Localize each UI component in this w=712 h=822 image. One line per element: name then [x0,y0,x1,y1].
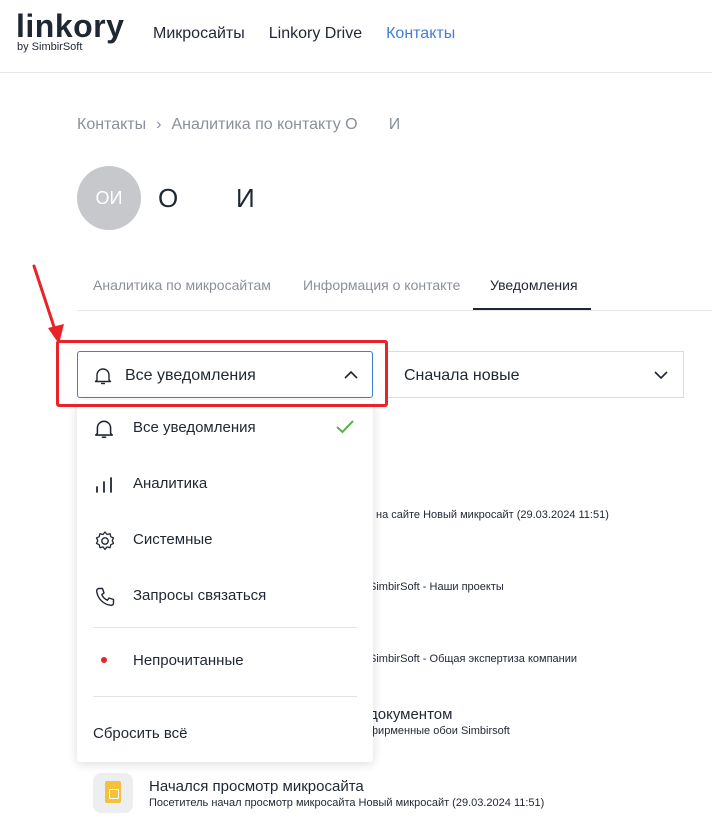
contact-name: О И [158,183,255,213]
filter-option-unread[interactable]: Непрочитанные [77,639,373,683]
filter-option-label: Непрочитанные [133,652,244,669]
microsite-view-icon [93,773,133,813]
bar-chart-icon [96,477,112,493]
sort-select[interactable]: Сначала новые [388,351,684,398]
breadcrumb: Контакты › Аналитика по контакту О И [77,116,400,134]
filter-option-all[interactable]: Все уведомления [77,406,373,450]
nav-linkory-drive[interactable]: Linkory Drive [269,25,362,43]
bell-icon [94,420,114,439]
sort-select-value: Сначала новые [404,367,520,384]
dropdown-divider [93,696,357,697]
filter-option-analytics[interactable]: Аналитика [77,462,373,506]
gear-icon [95,531,115,551]
notification-text: SimbirSoft - Наши проекты [369,581,504,593]
notification-text: на сайте Новый микросайт (29.03.2024 11:… [376,509,609,521]
filter-option-label: Запросы связаться [133,587,267,604]
phone-icon [95,587,115,607]
chevron-up-icon [344,370,358,379]
filter-option-label: Аналитика [133,475,208,492]
annotation-arrow-icon [32,264,64,344]
notification-text: фирменные обои Simbirsoft [369,725,510,737]
notification-filter-select[interactable]: Все уведомления [77,351,373,398]
tab-notifications[interactable]: Уведомления [490,277,578,293]
active-tab-underline [473,308,591,310]
filter-option-label: Системные [133,531,213,548]
logo-subtitle: by SimbirSoft [17,41,83,53]
chevron-down-icon [654,371,668,380]
filter-option-label: Все уведомления [133,419,256,436]
breadcrumb-contacts-link[interactable]: Контакты [77,116,146,133]
bell-icon [94,368,112,385]
notification-filter-dropdown: Все уведомления Аналитика Системные Запр… [77,400,373,762]
nav-contacts[interactable]: Контакты [386,25,455,43]
nav-microsites[interactable]: Микросайты [153,25,245,43]
dropdown-divider [93,627,357,628]
filter-select-value: Все уведомления [125,367,256,384]
contact-tabs: Аналитика по микросайтам Информация о ко… [77,262,712,311]
notification-title[interactable]: Начался просмотр микросайта [149,778,364,795]
notification-text: SimbirSoft - Общая экспертиза компании [369,653,578,665]
filter-option-contact-requests[interactable]: Запросы связаться [77,574,373,618]
tab-microsite-analytics[interactable]: Аналитика по микросайтам [93,277,271,293]
contact-avatar: ОИ [77,166,141,230]
tab-contact-info[interactable]: Информация о контакте [303,277,460,293]
breadcrumb-separator: › [156,116,162,133]
notification-title: документом [369,706,453,723]
top-header: linkory by SimbirSoft Микросайты Linkory… [0,0,712,73]
linkory-logo[interactable]: linkory by SimbirSoft [16,8,125,53]
main-nav: Микросайты Linkory Drive Контакты [153,25,455,43]
check-icon [336,420,354,434]
logo-text: linkory [16,8,125,44]
filter-option-system[interactable]: Системные [77,518,373,562]
red-dot-icon [101,657,107,663]
reset-all-button[interactable]: Сбросить всё [93,725,187,742]
breadcrumb-current: Аналитика по контакту О И [171,116,401,133]
notification-text: Посетитель начал просмотр микросайта Нов… [149,797,545,809]
